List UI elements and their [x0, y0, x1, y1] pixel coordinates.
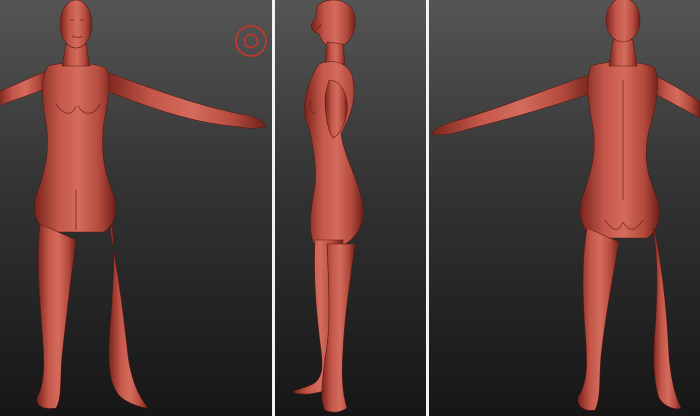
- side-view-panel[interactable]: [275, 0, 426, 416]
- side-view-figure: [275, 0, 426, 416]
- brush-circle-icon[interactable]: [234, 24, 268, 58]
- front-view-panel[interactable]: [0, 0, 272, 416]
- back-view-panel[interactable]: [429, 0, 700, 416]
- front-view-figure: [0, 0, 272, 416]
- viewport-canvas[interactable]: [0, 0, 700, 416]
- back-view-figure: [429, 0, 700, 416]
